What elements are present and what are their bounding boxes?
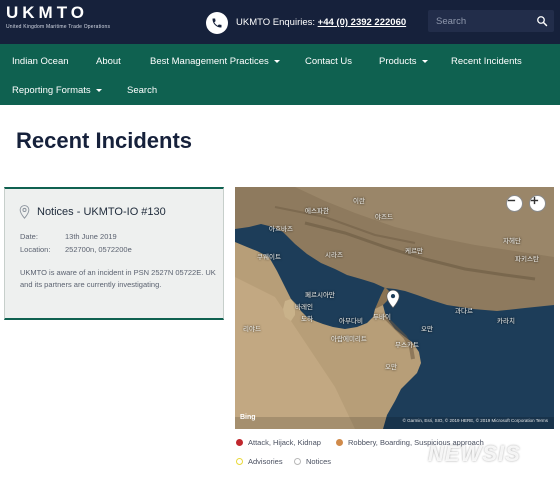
main-navigation: Indian Ocean About Best Management Pract… (0, 44, 560, 105)
map-label: 두바이 (373, 314, 391, 321)
phone-icon (206, 12, 228, 34)
map-label: 아흐바즈 (269, 226, 293, 233)
red-dot-icon (236, 439, 243, 446)
notice-title: Notices - UKMTO-IO #130 (37, 206, 166, 218)
nav-item-label: Reporting Formats (12, 85, 91, 96)
legend-label: Notices (306, 457, 332, 466)
legend-label: Attack, Hijack, Kidnap (248, 438, 321, 447)
map-label: 바레인 (295, 304, 313, 311)
map-label: 오만 (385, 364, 397, 371)
nav-item-label: Indian Ocean (12, 56, 69, 67)
date-value: 13th June 2019 (65, 232, 117, 241)
map-label: 도하 (301, 316, 313, 323)
incident-marker-pin[interactable] (386, 289, 400, 309)
legend-item-notices: Notices (294, 457, 331, 466)
legend-item-attack: Attack, Hijack, Kidnap (236, 438, 321, 447)
map-label: 리야드 (243, 326, 261, 333)
map-label: 케르만 (405, 248, 423, 255)
page-title: Recent Incidents (16, 128, 193, 153)
map-label: 시라즈 (325, 252, 343, 259)
location-pin-icon (19, 205, 30, 219)
caret-down-icon (95, 88, 102, 92)
minus-icon (507, 199, 516, 202)
map-label: 페르시아만 (305, 292, 335, 299)
nav-item-recent-incidents[interactable]: Recent Incidents (451, 56, 522, 67)
nav-item-products[interactable]: Products (379, 56, 428, 67)
plus-icon (530, 196, 539, 205)
date-label: Date: (20, 232, 38, 241)
map-label: 카라치 (497, 318, 515, 325)
map-attribution[interactable]: © Garmin, Esri, SIO, © 2019 HERE, © 2019… (403, 418, 548, 423)
nav-item-search[interactable]: Search (127, 85, 157, 96)
top-header: UKMTO United Kingdom Maritime Trade Oper… (0, 0, 560, 44)
ukmto-logo[interactable]: UKMTO United Kingdom Maritime Trade Oper… (6, 3, 110, 30)
nav-item-label: Search (127, 85, 158, 96)
white-dot-icon (294, 458, 301, 465)
nav-item-label: Contact Us (305, 56, 352, 67)
nav-item-about[interactable]: About (96, 56, 121, 67)
nav-item-label: Recent Incidents (451, 56, 522, 67)
notice-card[interactable]: Notices - UKMTO-IO #130 Date: 13th June … (4, 187, 224, 320)
logo-subtitle: United Kingdom Maritime Trade Operations (6, 24, 111, 30)
zoom-in-button[interactable] (529, 195, 546, 212)
search-button[interactable] (534, 13, 550, 29)
map-label: 아랍에미리트 (331, 336, 367, 343)
incident-map[interactable]: 이란 에스파한 야즈드 아흐바즈 쿠웨이트 시라즈 케르만 자헤단 파키스탄 페… (235, 187, 554, 429)
map-label: 아부다비 (339, 318, 363, 325)
enquiries-text: UKMTO Enquiries: +44 (0) 2392 222060 (236, 17, 406, 28)
nav-item-label: Best Management Practices (150, 56, 269, 67)
map-label: 쿠웨이트 (257, 254, 281, 261)
map-label: 야즈드 (375, 214, 393, 221)
caret-down-icon (273, 59, 280, 63)
legend-label: Advisories (248, 457, 283, 466)
newsis-watermark: NEWSIS (428, 441, 521, 466)
map-label: 무스카트 (395, 342, 419, 349)
nav-item-label: Products (379, 56, 417, 67)
logo-text: UKMTO (6, 3, 89, 22)
yellow-dot-icon (236, 458, 243, 465)
zoom-out-button[interactable] (506, 195, 523, 212)
nav-item-contact-us[interactable]: Contact Us (305, 56, 352, 67)
header-search (428, 10, 554, 32)
map-label: 파키스탄 (515, 256, 539, 263)
search-icon (537, 16, 548, 27)
bing-logo[interactable]: Bing (240, 414, 256, 421)
map-label: 과다르 (455, 308, 473, 315)
search-input[interactable] (428, 10, 528, 32)
legend-item-advisories: Advisories (236, 457, 283, 466)
nav-item-indian-ocean[interactable]: Indian Ocean (12, 56, 69, 67)
nav-item-best-management-practices[interactable]: Best Management Practices (150, 56, 280, 67)
notice-description: UKMTO is aware of an incident in PSN 252… (20, 268, 216, 290)
enquiries-label: UKMTO Enquiries: (236, 17, 316, 28)
nav-item-label: About (96, 56, 121, 67)
map-label: 자헤단 (503, 238, 521, 245)
map-label: 오만 (421, 326, 433, 333)
map-label: 에스파한 (305, 208, 329, 215)
location-value: 252700n, 0572200e (65, 245, 132, 254)
caret-down-icon (421, 59, 428, 63)
map-label: 이란 (353, 198, 365, 205)
enquiries-phone-link[interactable]: +44 (0) 2392 222060 (318, 17, 406, 28)
orange-dot-icon (336, 439, 343, 446)
location-label: Location: (20, 245, 51, 254)
nav-item-reporting-formats[interactable]: Reporting Formats (12, 85, 102, 96)
